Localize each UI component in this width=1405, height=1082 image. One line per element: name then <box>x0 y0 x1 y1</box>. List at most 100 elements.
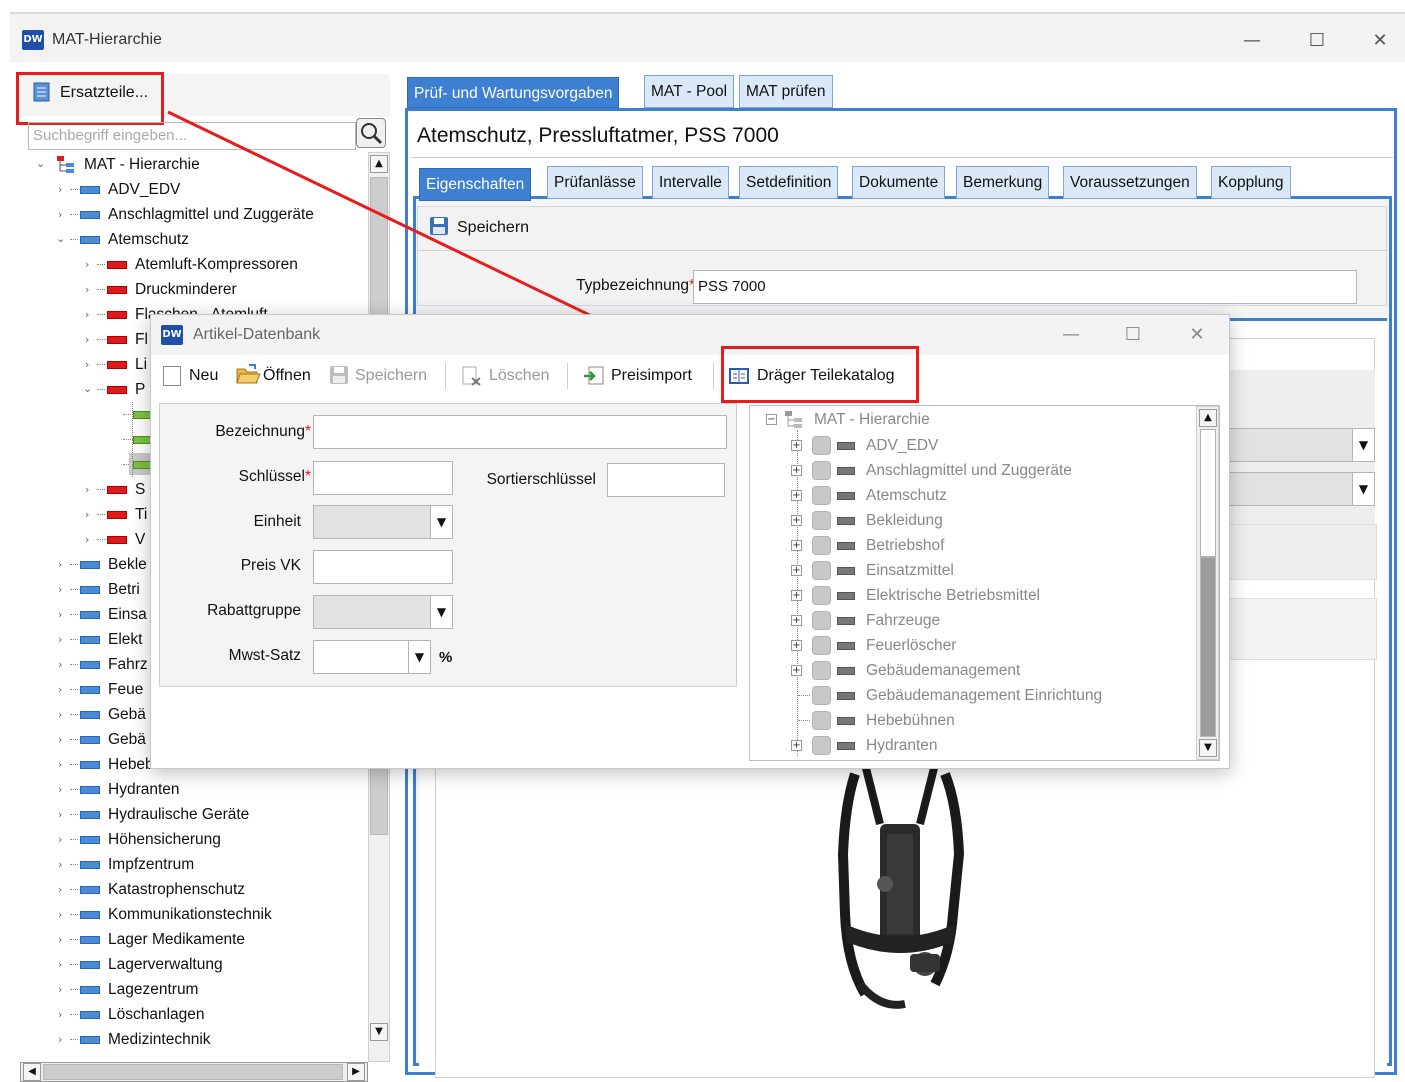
tab-mat-pool[interactable]: MAT - Pool <box>644 75 735 108</box>
chevron-right-icon[interactable]: › <box>85 534 95 545</box>
dialog-maximize-button[interactable]: ☐ <box>1111 320 1155 350</box>
chevron-right-icon[interactable]: › <box>85 334 95 345</box>
chevron-right-icon[interactable]: › <box>85 284 95 295</box>
tree-item[interactable]: › Höhensicherung <box>10 827 366 852</box>
schluessel-input[interactable] <box>313 461 453 495</box>
subtab-item[interactable]: Prüfanlässe <box>547 166 643 199</box>
expand-icon[interactable]: + <box>791 515 802 526</box>
chevron-right-icon[interactable]: › <box>85 309 95 320</box>
dialog-tree-item[interactable]: + Betriebshof <box>750 533 1190 558</box>
toggle-icon[interactable] <box>812 736 831 755</box>
sortierschluessel-input[interactable] <box>607 463 725 497</box>
chevron-right-icon[interactable]: › <box>58 734 68 745</box>
chevron-right-icon[interactable]: › <box>58 684 68 695</box>
tree-item[interactable]: › Lagezentrum <box>10 977 366 1002</box>
dialog-tree-item[interactable]: + Gebäudemanagement <box>750 658 1190 683</box>
search-input[interactable]: Suchbegriff eingeben... <box>28 122 356 150</box>
expand-icon[interactable]: + <box>791 665 802 676</box>
expand-icon[interactable]: + <box>791 615 802 626</box>
chevron-right-icon[interactable]: › <box>58 884 68 895</box>
chevron-right-icon[interactable]: › <box>58 659 68 670</box>
dialog-tree-item[interactable]: + Fahrzeuge <box>750 608 1190 633</box>
oeffnen-button[interactable]: Öffnen <box>263 363 311 389</box>
dialog-tree-item[interactable]: + Einsatzmittel <box>750 558 1190 583</box>
bg-combo-1[interactable]: ▼ <box>1225 428 1375 462</box>
subtab-item[interactable]: Setdefinition <box>739 166 839 199</box>
chevron-down-icon[interactable]: ▼ <box>430 596 452 628</box>
chevron-right-icon[interactable]: › <box>58 859 68 870</box>
dialog-tree-item[interactable]: + Atemschutz <box>750 483 1190 508</box>
tree-item[interactable]: › Lagerverwaltung <box>10 952 366 977</box>
expand-icon[interactable]: + <box>791 465 802 476</box>
tree-item[interactable]: › Impfzentrum <box>10 852 366 877</box>
rabattgruppe-select[interactable]: ▼ <box>313 595 453 629</box>
chevron-right-icon[interactable]: › <box>58 834 68 845</box>
tree-item[interactable]: › Hydranten <box>10 777 366 802</box>
expand-icon[interactable]: + <box>791 740 802 751</box>
subtab-item[interactable]: Voraussetzungen <box>1063 166 1197 199</box>
bezeichnung-input[interactable] <box>313 415 727 449</box>
collapse-icon[interactable]: − <box>766 414 777 425</box>
subtab-item[interactable]: Eigenschaften <box>419 168 532 201</box>
chevron-down-icon[interactable]: ▼ <box>408 641 430 673</box>
toggle-icon[interactable] <box>812 561 831 580</box>
chevron-right-icon[interactable]: › <box>58 959 68 970</box>
chevron-right-icon[interactable]: › <box>58 1034 68 1045</box>
chevron-right-icon[interactable]: › <box>58 209 68 220</box>
chevron-right-icon[interactable]: › <box>58 934 68 945</box>
tree-item[interactable]: › Löschanlagen <box>10 1002 366 1027</box>
chevron-right-icon[interactable]: › <box>58 809 68 820</box>
tree-item[interactable]: ⌄ Atemschutz <box>10 227 366 252</box>
dialog-tree-item[interactable]: + Elektrische Betriebsmittel <box>750 583 1190 608</box>
chevron-right-icon[interactable]: › <box>85 484 95 495</box>
tree-item[interactable]: › Druckminderer <box>10 277 366 302</box>
dialog-tree-item[interactable]: Gebäudemanagement Einrichtung <box>750 683 1190 708</box>
tree-item[interactable]: › Lager Medikamente <box>10 927 366 952</box>
chevron-right-icon[interactable]: › <box>58 634 68 645</box>
dialog-scroll-thumb-top[interactable] <box>1200 429 1216 557</box>
tree-item[interactable]: › Medizintechnik <box>10 1027 366 1052</box>
scroll-right-icon[interactable]: ▶ <box>347 1063 365 1081</box>
scroll-down-icon[interactable]: ▼ <box>1199 739 1217 757</box>
chevron-down-icon[interactable]: ⌄ <box>36 158 46 169</box>
neu-button[interactable]: Neu <box>189 363 218 389</box>
minimize-button[interactable]: — <box>1230 26 1274 56</box>
save-button[interactable]: Speichern <box>457 219 529 237</box>
dialog-tree-root[interactable]: MAT - Hierarchie <box>814 407 930 432</box>
tree-item[interactable]: › Hydraulische Geräte <box>10 802 366 827</box>
scroll-up-icon[interactable]: ▲ <box>1199 409 1217 427</box>
hscroll-thumb[interactable] <box>43 1064 343 1080</box>
expand-icon[interactable]: + <box>791 540 802 551</box>
chevron-right-icon[interactable]: › <box>85 259 95 270</box>
preisimport-button[interactable]: Preisimport <box>611 363 692 389</box>
tab-pruef-wartung[interactable]: Prüf- und Wartungsvorgaben <box>407 77 620 108</box>
bg-combo-2[interactable]: ▼ <box>1225 472 1375 506</box>
chevron-right-icon[interactable]: › <box>58 1009 68 1020</box>
close-button[interactable]: ✕ <box>1358 26 1402 56</box>
dialog-tree-item[interactable]: + Hydranten <box>750 733 1190 758</box>
chevron-right-icon[interactable]: › <box>58 784 68 795</box>
toggle-icon[interactable] <box>812 511 831 530</box>
chevron-down-icon[interactable]: ▼ <box>1352 429 1374 461</box>
preis-vk-input[interactable] <box>313 550 453 584</box>
chevron-right-icon[interactable]: › <box>58 584 68 595</box>
chevron-down-icon[interactable]: ▼ <box>1352 473 1374 505</box>
search-icon[interactable] <box>356 118 386 148</box>
dialog-tree-item[interactable]: + ADV_EDV <box>750 433 1190 458</box>
toggle-icon[interactable] <box>812 486 831 505</box>
toggle-icon[interactable] <box>812 461 831 480</box>
chevron-right-icon[interactable]: › <box>58 184 68 195</box>
chevron-right-icon[interactable]: › <box>85 509 95 520</box>
tab-mat-pruefen[interactable]: MAT prüfen <box>739 75 833 108</box>
chevron-right-icon[interactable]: › <box>58 559 68 570</box>
subtab-item[interactable]: Kopplung <box>1211 166 1291 199</box>
chevron-right-icon[interactable]: › <box>58 909 68 920</box>
maximize-button[interactable]: ☐ <box>1295 26 1339 56</box>
toggle-icon[interactable] <box>812 586 831 605</box>
dialog-tree-item[interactable]: + Bekleidung <box>750 508 1190 533</box>
dialog-minimize-button[interactable]: — <box>1049 320 1093 350</box>
expand-icon[interactable]: + <box>791 565 802 576</box>
chevron-right-icon[interactable]: › <box>58 759 68 770</box>
expand-icon[interactable]: + <box>791 590 802 601</box>
scroll-left-icon[interactable]: ◀ <box>23 1063 41 1081</box>
